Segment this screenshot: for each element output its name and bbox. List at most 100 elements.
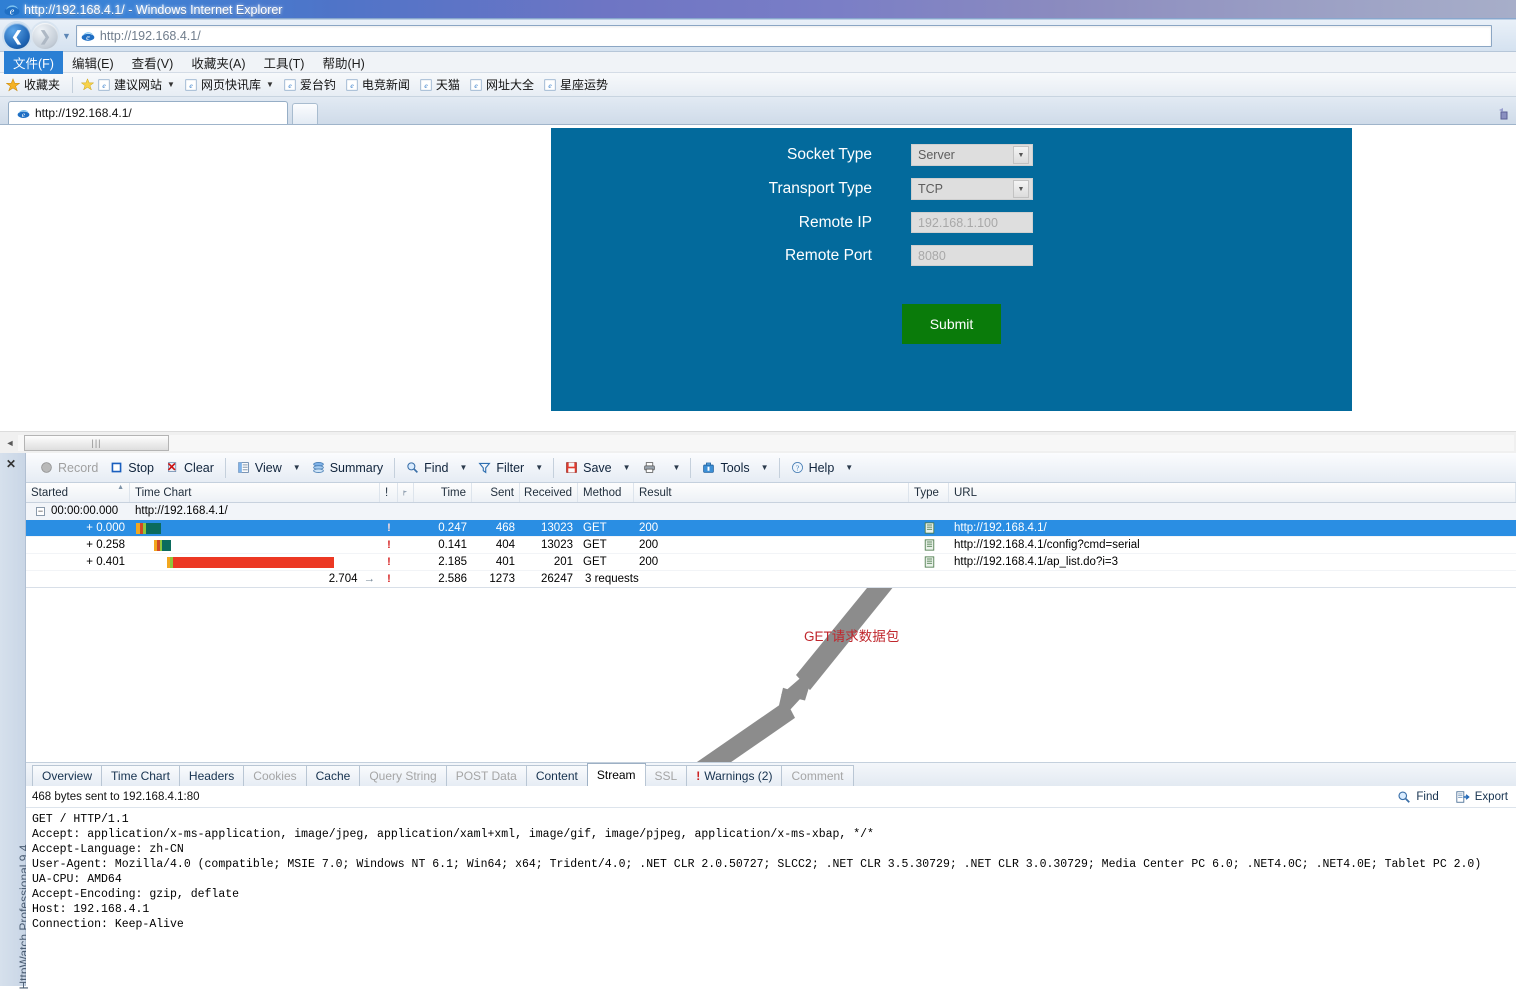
scrollbar-track[interactable]: ||| (18, 434, 1514, 451)
save-button[interactable]: Save (559, 459, 618, 477)
favorites-item-suggested-sites[interactable]: e 建议网站 ▼ (81, 76, 175, 93)
menu-item-favorites[interactable]: 收藏夹(A) (182, 51, 254, 74)
toolbox-icon (702, 461, 715, 474)
stop-button[interactable]: Stop (104, 459, 160, 477)
form-row-transport-type: Transport Type TCP ▼ (551, 178, 1352, 200)
transport-type-select[interactable]: TCP ▼ (911, 178, 1033, 200)
chevron-down-icon[interactable]: ▼ (1013, 180, 1029, 198)
column-header-warnings[interactable]: ! (380, 483, 398, 502)
export-icon (1456, 790, 1470, 803)
tab-time-chart[interactable]: Time Chart (101, 765, 180, 786)
scroll-left-arrow-icon[interactable]: ◄ (2, 435, 18, 451)
row-url[interactable]: http://192.168.4.1/ap_list.do?i=3 (954, 556, 1118, 568)
column-label: ! (385, 486, 389, 499)
column-header-type[interactable]: Type (909, 483, 949, 502)
favorites-item-url-directory[interactable]: e 网址大全 (470, 76, 534, 93)
warning-icon: ! (387, 522, 391, 534)
close-icon[interactable]: ✕ (6, 457, 16, 471)
summary-button[interactable]: Summary (306, 459, 389, 477)
flag-icon (403, 490, 408, 495)
column-header-flag[interactable] (398, 483, 414, 502)
table-row[interactable]: + 0.000 ! 0.247 468 13023 GET 200 http:/… (26, 520, 1516, 537)
view-chevron-down-icon[interactable]: ▼ (288, 461, 306, 474)
tools-button[interactable]: Tools (696, 459, 755, 477)
menu-item-file[interactable]: 文件(F) (4, 50, 63, 74)
chevron-down-icon[interactable]: ▼ (266, 80, 274, 89)
column-header-result[interactable]: Result (634, 483, 909, 502)
warning-icon: ! (696, 769, 701, 783)
chevron-down-icon[interactable]: ▼ (167, 80, 175, 89)
star-icon (6, 77, 20, 92)
table-row-page-group[interactable]: − 00:00:00.000 http://192.168.4.1/ (26, 503, 1516, 520)
new-tab-button[interactable] (292, 103, 318, 124)
column-header-sent[interactable]: Sent (472, 483, 520, 502)
address-bar[interactable]: e http://192.168.4.1/ (75, 24, 1492, 47)
http-stream-content[interactable]: GET / HTTP/1.1 Accept: application/x-ms-… (26, 808, 1516, 986)
column-header-time[interactable]: Time (414, 483, 472, 502)
submit-button[interactable]: Submit (902, 304, 1001, 344)
table-row[interactable]: + 0.258 ! 0.141 404 13023 GET 200 http:/… (26, 537, 1516, 554)
browser-tab[interactable]: e http://192.168.4.1/ (8, 101, 288, 124)
row-sent: 468 (495, 522, 515, 534)
find-button[interactable]: Find (400, 459, 454, 477)
tab-content[interactable]: Content (525, 765, 588, 786)
tab-overview[interactable]: Overview (32, 765, 103, 786)
ie-logo-icon: e (17, 109, 30, 119)
menu-item-help[interactable]: 帮助(H) (313, 51, 373, 74)
favorites-item-esports-news[interactable]: e 电竞新闻 (346, 76, 410, 93)
find-chevron-down-icon[interactable]: ▼ (455, 461, 473, 474)
chevron-down-icon[interactable]: ▼ (1013, 146, 1029, 164)
row-url[interactable]: http://192.168.4.1/config?cmd=serial (954, 539, 1140, 551)
print-chevron-down-icon[interactable]: ▼ (668, 461, 686, 474)
stream-find-button[interactable]: Find (1397, 790, 1439, 804)
menu-item-tools[interactable]: 工具(T) (254, 51, 313, 74)
column-header-received[interactable]: Received (520, 483, 578, 502)
forward-button[interactable]: ❯ (32, 22, 58, 49)
tab-options-icon[interactable] (1496, 106, 1512, 122)
warning-icon: ! (387, 556, 391, 568)
scrollbar-thumb[interactable]: ||| (24, 434, 169, 451)
table-row-totals: 2.704 → ! 2.586 1273 26247 3 requests (26, 571, 1516, 588)
socket-type-select[interactable]: Server ▼ (911, 144, 1033, 166)
tools-chevron-down-icon[interactable]: ▼ (756, 461, 774, 474)
favorites-item-aitaidiao[interactable]: e 爱台钓 (284, 76, 336, 93)
clear-button[interactable]: Clear (160, 459, 220, 477)
collapse-toggle[interactable]: − (36, 506, 45, 516)
menu-item-view[interactable]: 查看(V) (123, 51, 183, 74)
column-header-time-chart[interactable]: Time Chart (130, 483, 380, 502)
tab-stream[interactable]: Stream (586, 763, 646, 786)
remote-port-input[interactable]: 8080 (911, 245, 1033, 266)
help-chevron-down-icon[interactable]: ▼ (840, 461, 858, 474)
filter-button[interactable]: Filter (472, 459, 530, 477)
column-header-method[interactable]: Method (578, 483, 634, 502)
favorites-item-horoscope[interactable]: e 星座运势 (544, 76, 608, 93)
column-header-started[interactable]: Started ▲ (26, 483, 130, 502)
ie-logo-icon: e (420, 78, 432, 91)
back-button[interactable]: ❮ (4, 22, 30, 49)
printer-icon (642, 461, 657, 474)
remote-ip-input[interactable]: 192.168.1.100 (911, 212, 1033, 233)
tab-headers[interactable]: Headers (178, 765, 245, 786)
column-header-url[interactable]: URL (949, 483, 1516, 502)
page-horizontal-scrollbar[interactable]: ◄ ||| (0, 431, 1516, 453)
favorites-root-button[interactable]: 收藏夹 (6, 76, 60, 93)
chevron-down-icon[interactable]: ▼ (62, 31, 71, 41)
stream-export-button[interactable]: Export (1455, 790, 1508, 804)
find-label: Find (424, 460, 449, 475)
favorites-item-tmall[interactable]: e 天猫 (420, 76, 460, 93)
favorites-item-news-library[interactable]: e 网页快讯库 ▼ (185, 76, 274, 93)
print-button[interactable] (636, 459, 668, 476)
save-chevron-down-icon[interactable]: ▼ (618, 461, 636, 474)
row-time: 2.185 (438, 556, 467, 568)
table-row[interactable]: + 0.401 ! 2.185 401 201 GET 200 http://1… (26, 554, 1516, 571)
help-button[interactable]: ? Help (785, 459, 841, 477)
row-url[interactable]: http://192.168.4.1/ (954, 522, 1047, 534)
filter-chevron-down-icon[interactable]: ▼ (530, 461, 548, 474)
page-group-url: http://192.168.4.1/ (135, 505, 228, 517)
tab-cache[interactable]: Cache (305, 765, 361, 786)
record-label: Record (58, 460, 99, 475)
window-title-text: http://192.168.4.1/ - Windows Internet E… (24, 3, 283, 17)
tab-warnings[interactable]: ! Warnings (2) (686, 765, 783, 786)
view-button[interactable]: View (231, 459, 288, 477)
menu-item-edit[interactable]: 编辑(E) (63, 51, 123, 74)
